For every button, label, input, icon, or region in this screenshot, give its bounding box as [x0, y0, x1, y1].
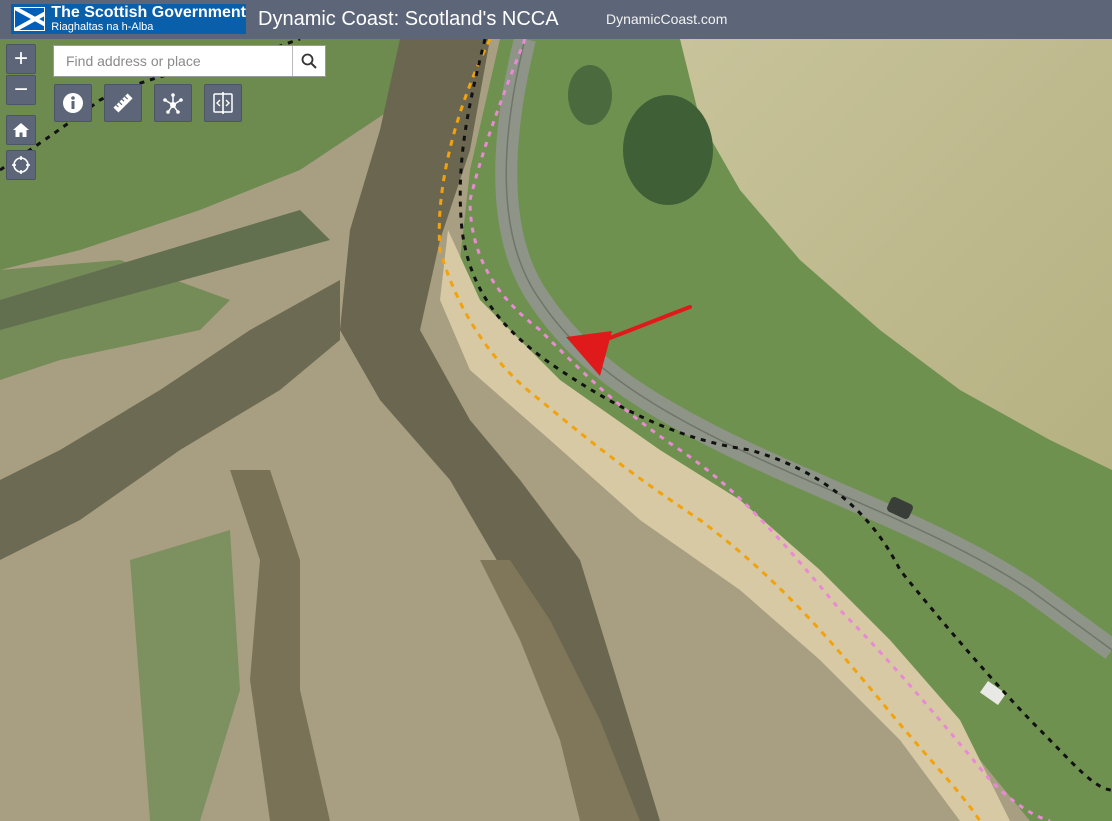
- share-icon: [163, 93, 183, 114]
- gov-name: The Scottish Government: [51, 4, 246, 21]
- tree-clump: [623, 95, 713, 205]
- swipe-button[interactable]: [204, 84, 242, 122]
- share-button[interactable]: [154, 84, 192, 122]
- search-button[interactable]: [292, 46, 325, 76]
- gov-gaelic: Riaghaltas na h-Alba: [51, 21, 154, 33]
- top-bar: The Scottish Government Riaghaltas na h-…: [0, 0, 1112, 39]
- search-input[interactable]: [54, 46, 292, 76]
- app-title: Dynamic Coast: Scotland's NCCA: [258, 8, 559, 30]
- scottish-government-logo[interactable]: The Scottish Government Riaghaltas na h-…: [11, 4, 246, 34]
- home-icon: [13, 123, 29, 137]
- ruler-icon: [113, 93, 133, 113]
- info-button[interactable]: [54, 84, 92, 122]
- aerial-map[interactable]: [0, 0, 1112, 821]
- site-link[interactable]: DynamicCoast.com: [606, 11, 727, 27]
- search-icon: [301, 53, 317, 69]
- measure-button[interactable]: [104, 84, 142, 122]
- search-box: [53, 45, 326, 77]
- info-icon: [63, 93, 83, 113]
- gov-text: The Scottish Government Riaghaltas na h-…: [51, 5, 246, 33]
- locate-button[interactable]: [6, 150, 36, 180]
- home-button[interactable]: [6, 115, 36, 145]
- zoom-in-button[interactable]: +: [6, 44, 36, 74]
- tree-small: [568, 65, 612, 125]
- saltire-flag-icon: [14, 7, 46, 31]
- plus-icon: +: [13, 45, 28, 72]
- zoom-out-button[interactable]: −: [6, 75, 36, 105]
- swipe-icon: [213, 92, 233, 114]
- minus-icon: −: [13, 76, 28, 103]
- locate-icon: [12, 156, 30, 174]
